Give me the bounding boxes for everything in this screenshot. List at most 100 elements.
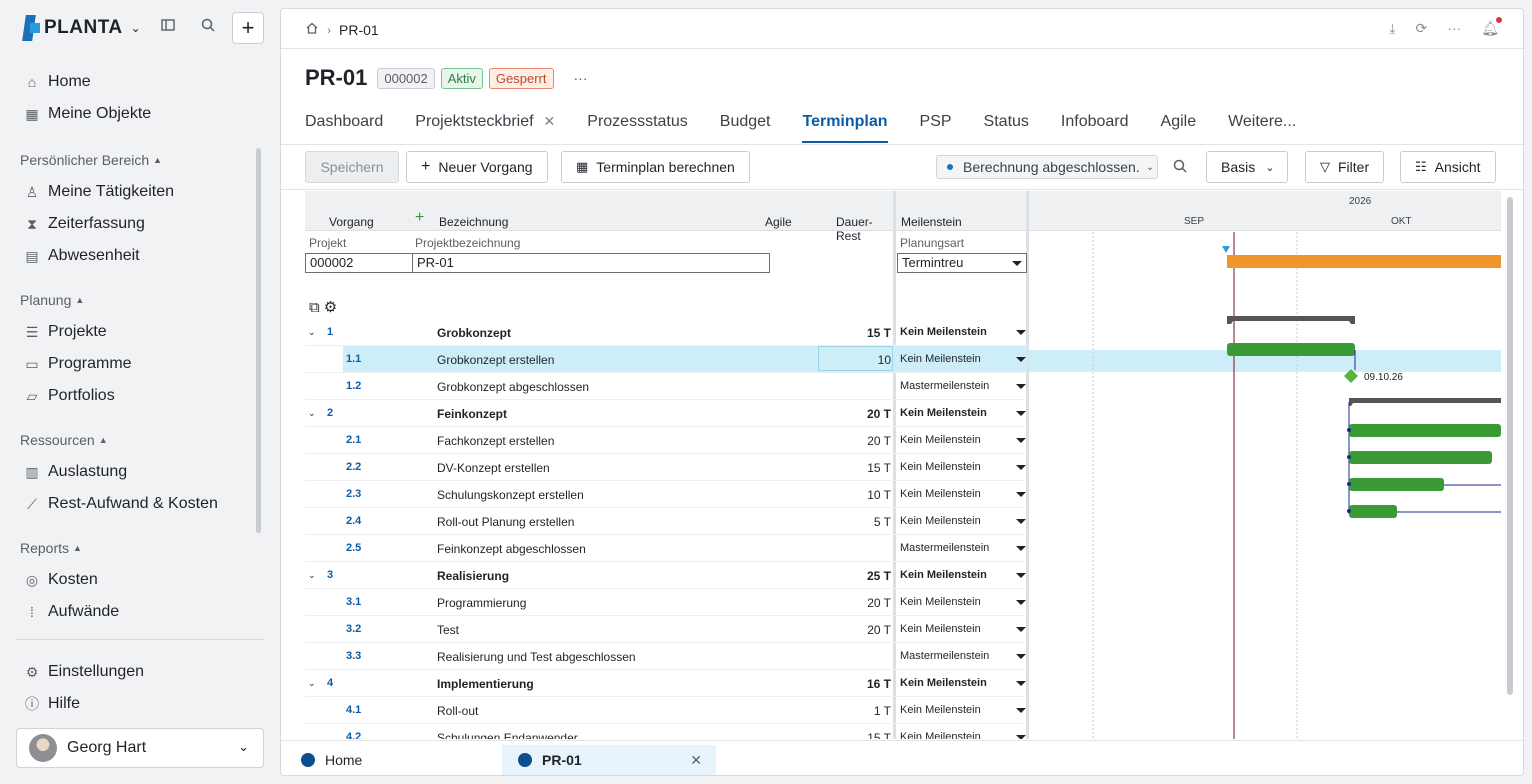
table-row[interactable]: ⌄ 1 Grobkonzept 15 T Kein Meilenstein: [305, 319, 1027, 346]
sidebar-item-kosten[interactable]: ◎ Kosten: [16, 564, 264, 596]
task-name[interactable]: Test: [437, 623, 459, 637]
task-milestone[interactable]: Kein Meilenstein: [900, 569, 987, 581]
dropdown-arrow-icon[interactable]: [1016, 600, 1026, 605]
task-name[interactable]: Grobkonzept abgeschlossen: [437, 380, 589, 394]
refresh-icon[interactable]: ⟳: [1415, 20, 1427, 37]
search-icon[interactable]: [1173, 159, 1187, 176]
section-planung[interactable]: Planung ▲: [16, 284, 264, 316]
column-header-duration[interactable]: Dauer-Rest: [836, 215, 893, 243]
sidebar-item-meine-objekte[interactable]: ▦ Meine Objekte: [16, 98, 264, 130]
tab-budget[interactable]: Budget: [720, 113, 771, 143]
task-name[interactable]: Programmierung: [437, 596, 526, 610]
task-milestone[interactable]: Kein Meilenstein: [900, 704, 981, 716]
task-name[interactable]: Roll-out: [437, 704, 478, 718]
dropdown-arrow-icon[interactable]: [1016, 438, 1026, 443]
dropdown-arrow-icon[interactable]: [1016, 627, 1026, 632]
tab-prozessstatus[interactable]: Prozessstatus: [587, 113, 687, 143]
tab-agile[interactable]: Agile: [1161, 113, 1197, 143]
task-number[interactable]: 3.2: [346, 623, 361, 635]
gantt-chart[interactable]: 09.10.26: [1029, 232, 1501, 739]
task-name[interactable]: DV-Konzept erstellen: [437, 461, 550, 475]
planning-type-select[interactable]: Termintreu: [897, 253, 1027, 273]
sidebar-item-rest-aufwand[interactable]: ⟋ Rest-Aufwand & Kosten: [16, 488, 264, 520]
filter-button[interactable]: ▽ Filter: [1305, 151, 1385, 183]
tab-dashboard[interactable]: Dashboard: [305, 113, 383, 143]
dropdown-arrow-icon[interactable]: [1016, 735, 1026, 739]
task-duration[interactable]: 25 T: [867, 569, 891, 583]
bottom-tab-home[interactable]: Home: [285, 745, 485, 775]
dropdown-arrow-icon[interactable]: [1016, 546, 1026, 551]
calculation-status-dropdown[interactable]: Berechnung abgeschlossen. ⌄: [936, 155, 1158, 179]
column-header-name[interactable]: Bezeichnung: [439, 215, 508, 229]
sidebar-toggle-icon[interactable]: [156, 16, 180, 40]
brand-menu[interactable]: PLANTA ⌄: [22, 12, 141, 44]
task-duration[interactable]: 5 T: [874, 515, 891, 529]
task-milestone[interactable]: Kein Meilenstein: [900, 461, 981, 473]
sidebar-item-auslastung[interactable]: ▥ Auslastung: [16, 456, 264, 488]
task-number[interactable]: 2: [327, 407, 333, 419]
dropdown-arrow-icon[interactable]: [1016, 681, 1026, 686]
table-row[interactable]: 1.2 Grobkonzept abgeschlossen Mastermeilen…: [305, 373, 1027, 400]
task-duration[interactable]: 16 T: [867, 677, 891, 691]
dropdown-arrow-icon[interactable]: [1016, 384, 1026, 389]
table-row[interactable]: 2.1 Fachkonzept erstellen 20 T Kein Meilens…: [305, 427, 1027, 454]
task-duration[interactable]: 15 T: [867, 731, 891, 739]
dropdown-arrow-icon[interactable]: [1016, 492, 1026, 497]
chevron-down-icon[interactable]: ⌄: [308, 408, 316, 419]
view-button[interactable]: ☷ Ansicht: [1400, 151, 1496, 183]
task-name[interactable]: Fachkonzept erstellen: [437, 434, 554, 448]
task-milestone[interactable]: Kein Meilenstein: [900, 353, 981, 365]
breadcrumb-current[interactable]: PR-01: [339, 22, 379, 38]
task-milestone[interactable]: Kein Meilenstein: [900, 488, 981, 500]
tab-psp[interactable]: PSP: [920, 113, 952, 143]
new-task-button[interactable]: + Neuer Vorgang: [406, 151, 548, 183]
sidebar-item-hilfe[interactable]: ⓘ Hilfe: [16, 688, 264, 720]
column-header-milestone[interactable]: Meilenstein: [901, 215, 962, 229]
task-number[interactable]: 3.1: [346, 596, 361, 608]
task-duration[interactable]: 10 T: [867, 488, 891, 502]
task-number[interactable]: 2.2: [346, 461, 361, 473]
section-ressourcen[interactable]: Ressourcen ▲: [16, 424, 264, 456]
bottom-tab-pr-01[interactable]: PR-01 ✕: [502, 745, 716, 775]
task-duration[interactable]: 1 T: [874, 704, 891, 718]
task-duration[interactable]: 20 T: [867, 623, 891, 637]
table-row[interactable]: 3.3 Realisierung und Test abgeschlossen Ma…: [305, 643, 1027, 670]
grid-scrollbar[interactable]: [1507, 197, 1513, 695]
table-row[interactable]: 2.5 Feinkonzept abgeschlossen Mastermeilen…: [305, 535, 1027, 562]
more-options-button[interactable]: ···: [574, 70, 588, 86]
dropdown-arrow-icon[interactable]: [1016, 357, 1026, 362]
table-row[interactable]: 3.1 Programmierung 20 T Kein Meilenstein: [305, 589, 1027, 616]
project-name-field[interactable]: PR-01: [412, 253, 770, 273]
task-name[interactable]: Realisierung: [437, 569, 509, 583]
task-name[interactable]: Roll-out Planung erstellen: [437, 515, 574, 529]
task-number[interactable]: 1.1: [346, 353, 361, 365]
task-number[interactable]: 2.5: [346, 542, 361, 554]
table-row[interactable]: 4.2 Schulungen Endanwender 15 T Kein Meilen…: [305, 724, 1027, 739]
tab-projektsteckbrief[interactable]: Projektsteckbrief ✕: [415, 113, 555, 143]
project-id-field[interactable]: 000002: [305, 253, 413, 273]
add-row-icon[interactable]: +: [415, 209, 424, 227]
tab-terminplan[interactable]: Terminplan: [802, 113, 888, 143]
sidebar-item-aufwaende[interactable]: ⁞ Aufwände: [16, 596, 264, 628]
task-number[interactable]: 3.3: [346, 650, 361, 662]
task-milestone[interactable]: Kein Meilenstein: [900, 515, 981, 527]
sidebar-item-zeiterfassung[interactable]: ⧗ Zeiterfassung: [16, 208, 264, 240]
dropdown-arrow-icon[interactable]: [1016, 654, 1026, 659]
task-milestone[interactable]: Mastermeilenstein: [900, 650, 989, 662]
copy-icon[interactable]: ⧉: [309, 299, 324, 316]
dropdown-arrow-icon[interactable]: [1016, 465, 1026, 470]
column-header-agile[interactable]: Agile: [765, 215, 792, 229]
task-number[interactable]: 4: [327, 677, 333, 689]
home-icon[interactable]: [305, 21, 319, 38]
dropdown-arrow-icon[interactable]: [1016, 411, 1026, 416]
section-persoenlicher-bereich[interactable]: Persönlicher Bereich ▲: [16, 144, 264, 176]
task-milestone[interactable]: Kein Meilenstein: [900, 677, 987, 689]
task-number[interactable]: 1: [327, 326, 333, 338]
tab-infoboard[interactable]: Infoboard: [1061, 113, 1129, 143]
table-row[interactable]: 4.1 Roll-out 1 T Kein Meilenstein: [305, 697, 1027, 724]
task-name[interactable]: Grobkonzept erstellen: [437, 353, 554, 367]
dropdown-arrow-icon[interactable]: [1016, 519, 1026, 524]
task-milestone[interactable]: Mastermeilenstein: [900, 542, 989, 554]
tab-status[interactable]: Status: [984, 113, 1029, 143]
table-row[interactable]: 1.1 Grobkonzept erstellen 10 Kein Meilenste…: [305, 346, 1027, 373]
